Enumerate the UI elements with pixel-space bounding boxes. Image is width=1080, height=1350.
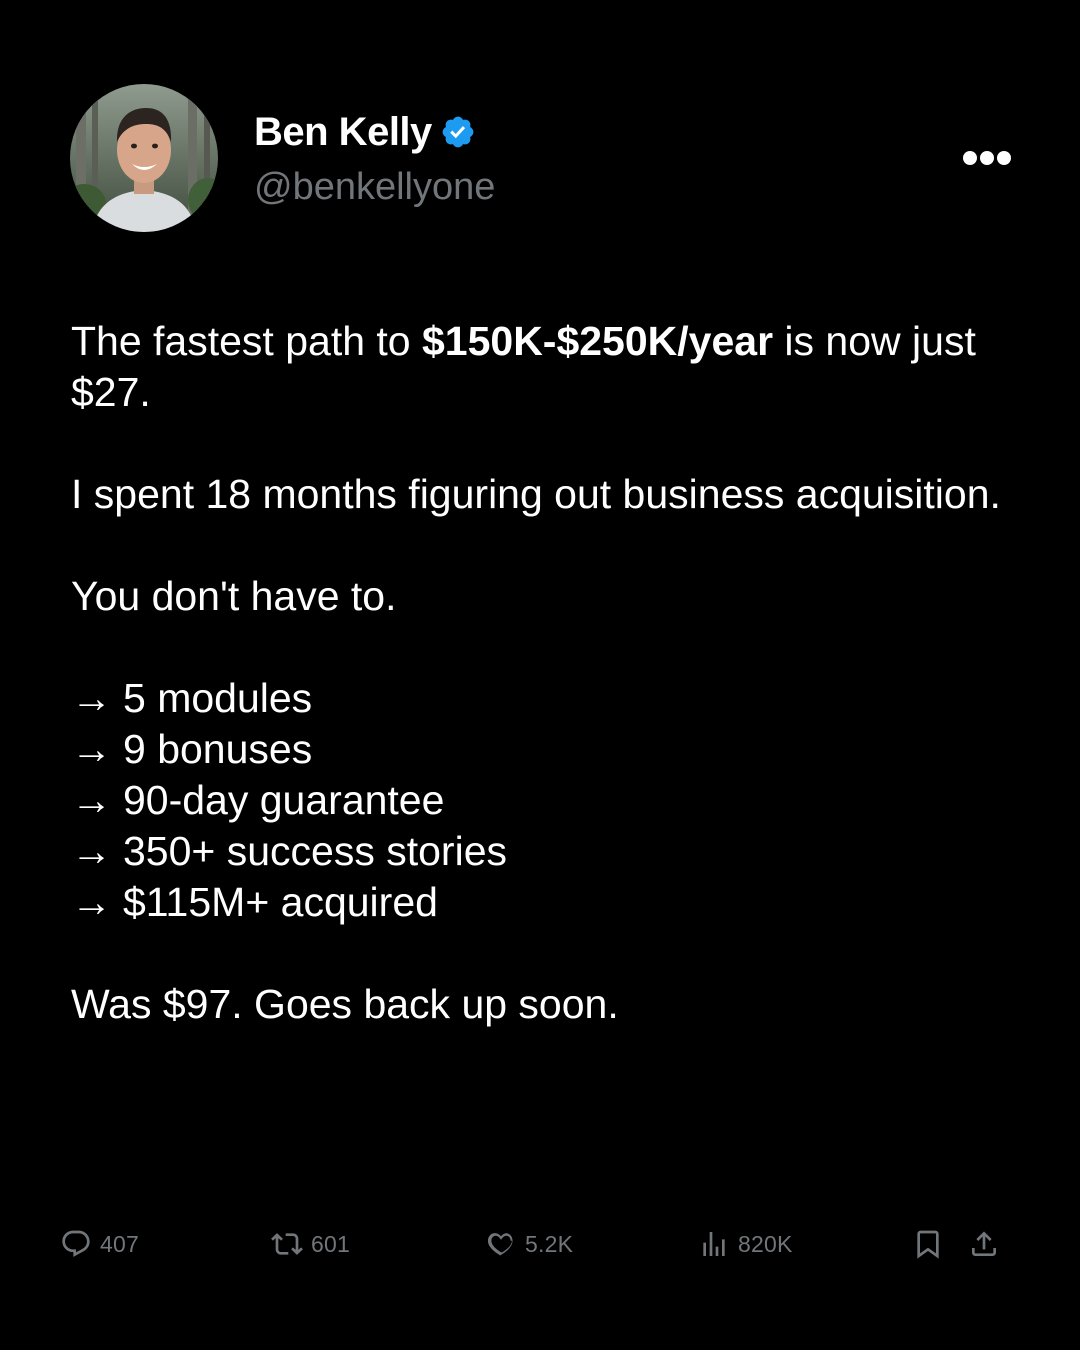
tweet-paragraph: Was $97. Goes back up soon. [71,981,619,1027]
tweet-bullet: → 350+ success stories [71,826,1031,877]
share-button[interactable] [968,1222,1000,1266]
verified-badge-icon [440,114,476,150]
tweet-paragraph: The fastest path to $150K-$250K/year is … [71,316,1031,418]
arrow-icon: → [71,828,112,874]
author-name-row[interactable]: Ben Kelly [254,108,476,156]
like-count: 5.2K [525,1230,574,1257]
more-dots-icon[interactable] [960,144,1014,172]
views-count: 820K [738,1230,793,1257]
tweet-paragraph: You don't have to. [71,573,397,619]
tweet-bullet: → $115M+ acquired [71,877,1031,928]
avatar[interactable] [70,84,218,232]
heart-icon [485,1228,517,1260]
tweet-bullet: → 5 modules [71,673,1031,724]
repost-button[interactable]: 601 [271,1222,350,1266]
arrow-icon: → [71,726,112,772]
tweet-text: The fastest path to $150K-$250K/year is … [71,316,1031,1030]
views-button[interactable]: 820K [698,1222,793,1266]
tweet-bullet: → 90-day guarantee [71,775,1031,826]
author-display-name: Ben Kelly [254,110,432,154]
reply-icon [60,1228,92,1260]
arrow-icon: → [71,777,112,823]
bullet-text: $115M+ acquired [123,879,438,925]
share-icon [968,1228,1000,1260]
bullet-text: 9 bonuses [123,726,313,772]
bullet-text: 5 modules [123,675,313,721]
arrow-icon: → [71,879,112,925]
tweet-paragraph: I spent 18 months figuring out business … [71,471,1001,517]
tweet-action-bar: 407 601 5.2K 820K [0,1222,1080,1266]
like-button[interactable]: 5.2K [485,1222,573,1266]
views-icon [698,1228,730,1260]
avatar-image [70,84,218,232]
tweet-bullet: → 9 bonuses [71,724,1031,775]
author-handle[interactable]: @benkellyone [254,164,495,210]
tweet-text-segment: The fastest path to [71,318,422,364]
repost-count: 601 [311,1230,350,1257]
tweet-bold-text: $150K-$250K/year [421,318,774,364]
repost-icon [271,1228,303,1260]
bullet-text: 90-day guarantee [123,777,445,823]
bullet-text: 350+ success stories [123,828,507,874]
bookmark-icon [912,1228,944,1260]
arrow-icon: → [71,675,112,721]
bookmark-button[interactable] [912,1222,944,1266]
reply-button[interactable]: 407 [60,1222,139,1266]
reply-count: 407 [100,1230,139,1257]
